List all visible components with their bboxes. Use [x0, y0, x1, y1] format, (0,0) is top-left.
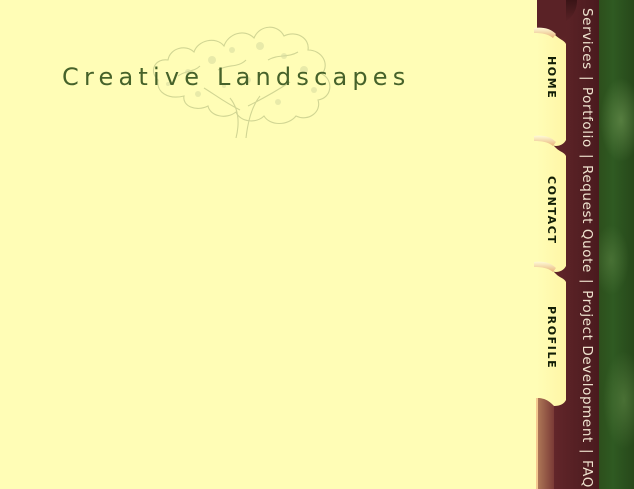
nav-separator: | — [579, 153, 595, 159]
main-nav: Services | Portfolio | Request Quote | Project… — [575, 8, 597, 488]
site-title: Creative Landscapes — [62, 63, 411, 91]
tab-profile[interactable]: PROFILE — [544, 306, 558, 369]
nav-services-link[interactable]: Services — [579, 8, 595, 70]
tab-strip — [520, 0, 566, 489]
tab-home[interactable]: HOME — [544, 56, 558, 99]
nav-separator: | — [579, 448, 595, 455]
nav-portfolio-link[interactable]: Portfolio — [579, 87, 595, 148]
nav-faq-link[interactable]: FAQ — [579, 460, 595, 488]
nav-project-development-link[interactable]: Project Development — [579, 290, 595, 443]
nav-separator: | — [579, 278, 595, 285]
nav-separator: | — [579, 75, 595, 81]
nav-request-quote-link[interactable]: Request Quote — [579, 165, 595, 273]
foliage-background — [599, 0, 634, 489]
tab-contact[interactable]: CONTACT — [544, 176, 558, 245]
